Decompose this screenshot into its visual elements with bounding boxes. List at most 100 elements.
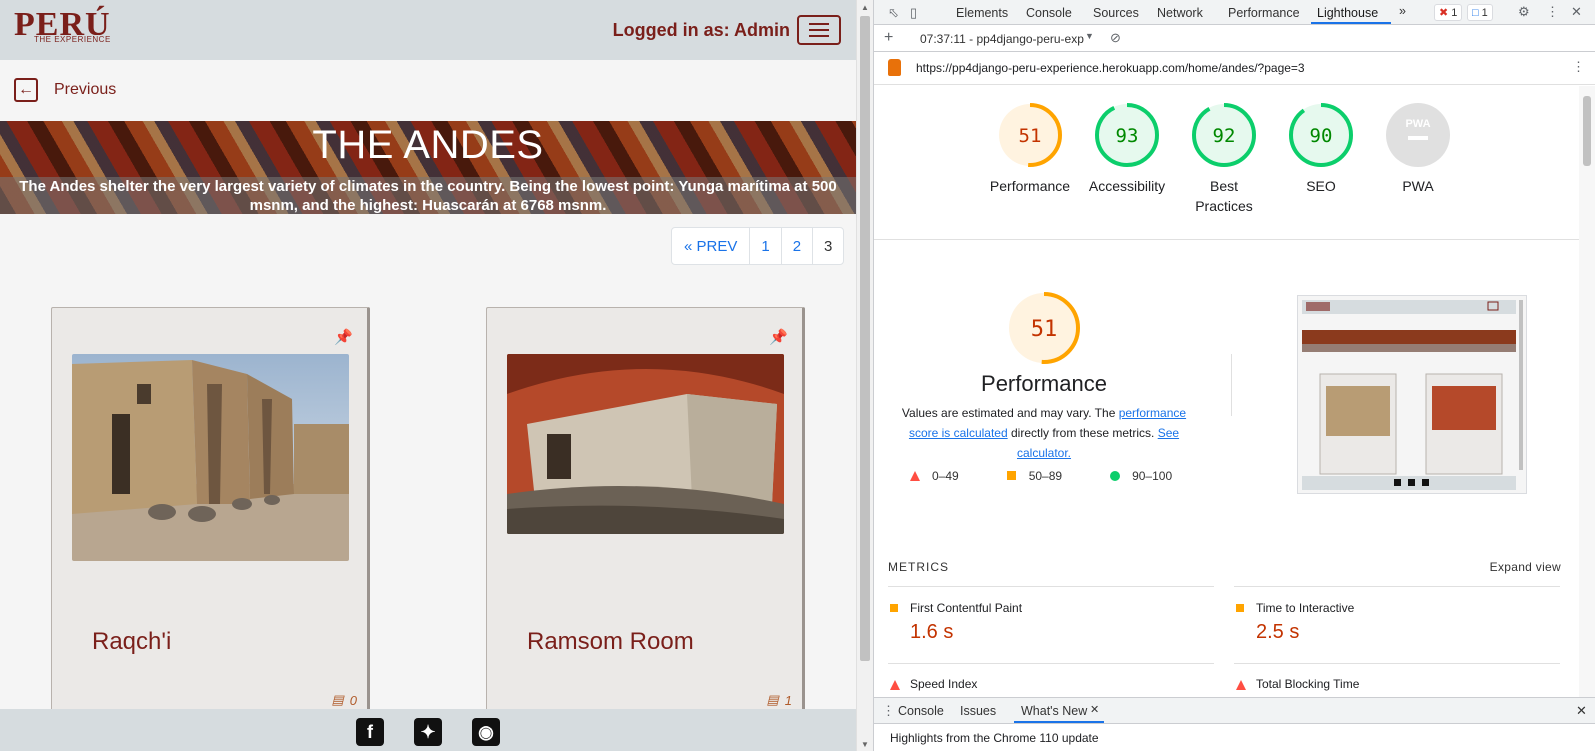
metric-name: Speed Index bbox=[910, 677, 978, 691]
pagination-prev[interactable]: « PREV bbox=[672, 228, 749, 264]
close-drawer-icon[interactable]: ✕ bbox=[1576, 703, 1587, 719]
scroll-thumb[interactable] bbox=[860, 16, 870, 661]
site-footer: f ✦ ◉ bbox=[0, 709, 856, 751]
legend-pass: 90–100 bbox=[1110, 469, 1172, 483]
gauge-performance-large: 51 bbox=[1008, 292, 1080, 364]
square-icon bbox=[1006, 471, 1016, 480]
metrics-header: METRICS bbox=[888, 560, 949, 574]
metric-divider bbox=[1234, 663, 1560, 664]
pagination-page-1[interactable]: 1 bbox=[749, 228, 780, 264]
drawer-menu-icon[interactable]: ⋮ bbox=[882, 703, 895, 719]
tab-performance[interactable]: Performance bbox=[1228, 6, 1300, 20]
message-count: 1 bbox=[1481, 6, 1488, 19]
tab-lighthouse[interactable]: Lighthouse bbox=[1317, 6, 1378, 20]
comment-icon: ▤ bbox=[766, 692, 779, 707]
metric-value: 2.5 s bbox=[1256, 621, 1300, 643]
average-square-icon bbox=[1236, 604, 1244, 612]
place-photo[interactable] bbox=[507, 354, 784, 534]
gauge-label: Best Practices bbox=[1195, 178, 1253, 214]
message-badge[interactable]: □ 1 bbox=[1467, 4, 1493, 21]
place-title[interactable]: Ramsom Room bbox=[527, 628, 694, 656]
close-devtools-icon[interactable]: ✕ bbox=[1571, 4, 1582, 20]
metric-fcp: First Contentful Paint 1.6 s bbox=[910, 601, 1022, 644]
tab-elements[interactable]: Elements bbox=[956, 6, 1008, 20]
legend-fail: 0–49 bbox=[910, 469, 959, 483]
place-card[interactable]: 📌 Ramsom Room ▤ 1 bbox=[486, 307, 805, 727]
gauge-value: 90 bbox=[1310, 125, 1333, 147]
metric-tbt: Total Blocking Time bbox=[1256, 677, 1359, 691]
pin-icon: 📌 bbox=[334, 329, 353, 346]
drawer-tab-issues[interactable]: Issues bbox=[960, 704, 996, 718]
final-screenshot[interactable] bbox=[1297, 295, 1527, 494]
scroll-up-icon[interactable]: ▲ bbox=[861, 3, 869, 12]
more-options-icon[interactable]: ⋮ bbox=[1546, 4, 1559, 20]
site-logo[interactable]: PERÚ THE EXPERIENCE bbox=[14, 8, 114, 48]
score-performance[interactable]: 51 Performance bbox=[980, 102, 1080, 196]
active-drawer-indicator bbox=[1014, 721, 1104, 723]
page-screenshot-thumbnail bbox=[1298, 296, 1526, 493]
previous-link[interactable]: ← Previous bbox=[14, 78, 116, 102]
score-best-practices[interactable]: 92 Best Practices bbox=[1174, 102, 1274, 216]
devtools-tabbar: ⬁ ▯ Elements Console Sources Network Per… bbox=[874, 0, 1595, 25]
gauge-accessibility: 93 bbox=[1095, 103, 1159, 167]
drawer-tab-console[interactable]: Console bbox=[898, 704, 944, 718]
scroll-thumb[interactable] bbox=[1583, 96, 1591, 166]
drawer-tabbar: ⋮ Console Issues What's New ✕ ✕ bbox=[874, 698, 1595, 724]
circle-icon bbox=[1110, 471, 1121, 481]
place-photo[interactable] bbox=[72, 354, 349, 561]
metric-divider bbox=[888, 663, 1214, 664]
place-card[interactable]: 📌 Raqch'i ▤ 0 bbox=[51, 307, 370, 727]
website-viewport: PERÚ THE EXPERIENCE Logged in as: Admin … bbox=[0, 0, 856, 751]
tab-sources[interactable]: Sources bbox=[1093, 6, 1139, 20]
clear-icon[interactable]: ⊘ bbox=[1110, 30, 1121, 46]
report-menu-icon[interactable]: ⋮ bbox=[1572, 59, 1585, 75]
expand-view-button[interactable]: Expand view bbox=[1490, 560, 1561, 574]
logo-subtitle: THE EXPERIENCE bbox=[32, 35, 113, 44]
perf-score: 51 bbox=[1031, 317, 1058, 342]
score-seo[interactable]: 90 SEO bbox=[1271, 102, 1371, 196]
hamburger-icon bbox=[809, 23, 829, 37]
comment-icon: ▤ bbox=[331, 692, 344, 707]
metric-speed-index: Speed Index bbox=[910, 677, 977, 691]
gauge-label: Performance bbox=[989, 178, 1071, 194]
arrow-left-icon[interactable]: ← bbox=[14, 78, 38, 102]
pagination: « PREV 1 2 3 bbox=[671, 227, 845, 265]
triangle-icon bbox=[910, 471, 920, 481]
report-scrollbar[interactable] bbox=[1579, 86, 1595, 697]
gauge-performance: 51 bbox=[998, 103, 1062, 167]
score-pwa[interactable]: PWA PWA bbox=[1368, 102, 1468, 196]
place-title[interactable]: Raqch'i bbox=[92, 628, 171, 656]
facebook-icon[interactable]: f bbox=[356, 718, 384, 746]
report-url: https://pp4django-peru-experience.heroku… bbox=[916, 61, 1305, 75]
comment-count-value: 0 bbox=[349, 692, 357, 708]
pagination-page-2[interactable]: 2 bbox=[780, 228, 812, 264]
score-accessibility[interactable]: 93 Accessibility bbox=[1077, 102, 1177, 196]
site-scrollbar[interactable]: ▲ ▼ bbox=[856, 0, 873, 751]
twitter-icon[interactable]: ✦ bbox=[414, 718, 442, 746]
dropdown-arrow-icon[interactable]: ▼ bbox=[1085, 31, 1094, 41]
more-tabs-icon[interactable]: » bbox=[1399, 4, 1406, 18]
devtools-panel: ⬁ ▯ Elements Console Sources Network Per… bbox=[873, 0, 1595, 751]
previous-label[interactable]: Previous bbox=[54, 81, 116, 99]
pagination-page-3: 3 bbox=[812, 228, 843, 264]
menu-toggle-button[interactable] bbox=[797, 15, 841, 45]
error-count: 1 bbox=[1451, 6, 1458, 19]
fail-triangle-icon bbox=[890, 680, 900, 690]
raqchi-image bbox=[72, 354, 349, 561]
inspect-icon[interactable]: ⬁ bbox=[888, 5, 899, 21]
new-report-icon[interactable]: + bbox=[884, 29, 893, 47]
average-square-icon bbox=[890, 604, 898, 612]
page-title: THE ANDES bbox=[312, 123, 544, 167]
instagram-icon[interactable]: ◉ bbox=[472, 718, 500, 746]
drawer-tab-whats-new[interactable]: What's New bbox=[1021, 704, 1087, 718]
tab-console[interactable]: Console bbox=[1026, 6, 1072, 20]
active-tab-indicator bbox=[1311, 22, 1391, 24]
close-tab-icon[interactable]: ✕ bbox=[1090, 703, 1099, 716]
scroll-down-icon[interactable]: ▼ bbox=[861, 740, 869, 749]
device-toolbar-icon[interactable]: ▯ bbox=[910, 5, 917, 21]
whats-new-message: Highlights from the Chrome 110 update bbox=[890, 731, 1099, 745]
report-selector[interactable]: 07:37:11 - pp4django-peru-exp bbox=[920, 32, 1084, 46]
settings-gear-icon[interactable]: ⚙ bbox=[1518, 4, 1530, 20]
tab-network[interactable]: Network bbox=[1157, 6, 1203, 20]
error-badge[interactable]: ✖ 1 bbox=[1434, 4, 1463, 21]
